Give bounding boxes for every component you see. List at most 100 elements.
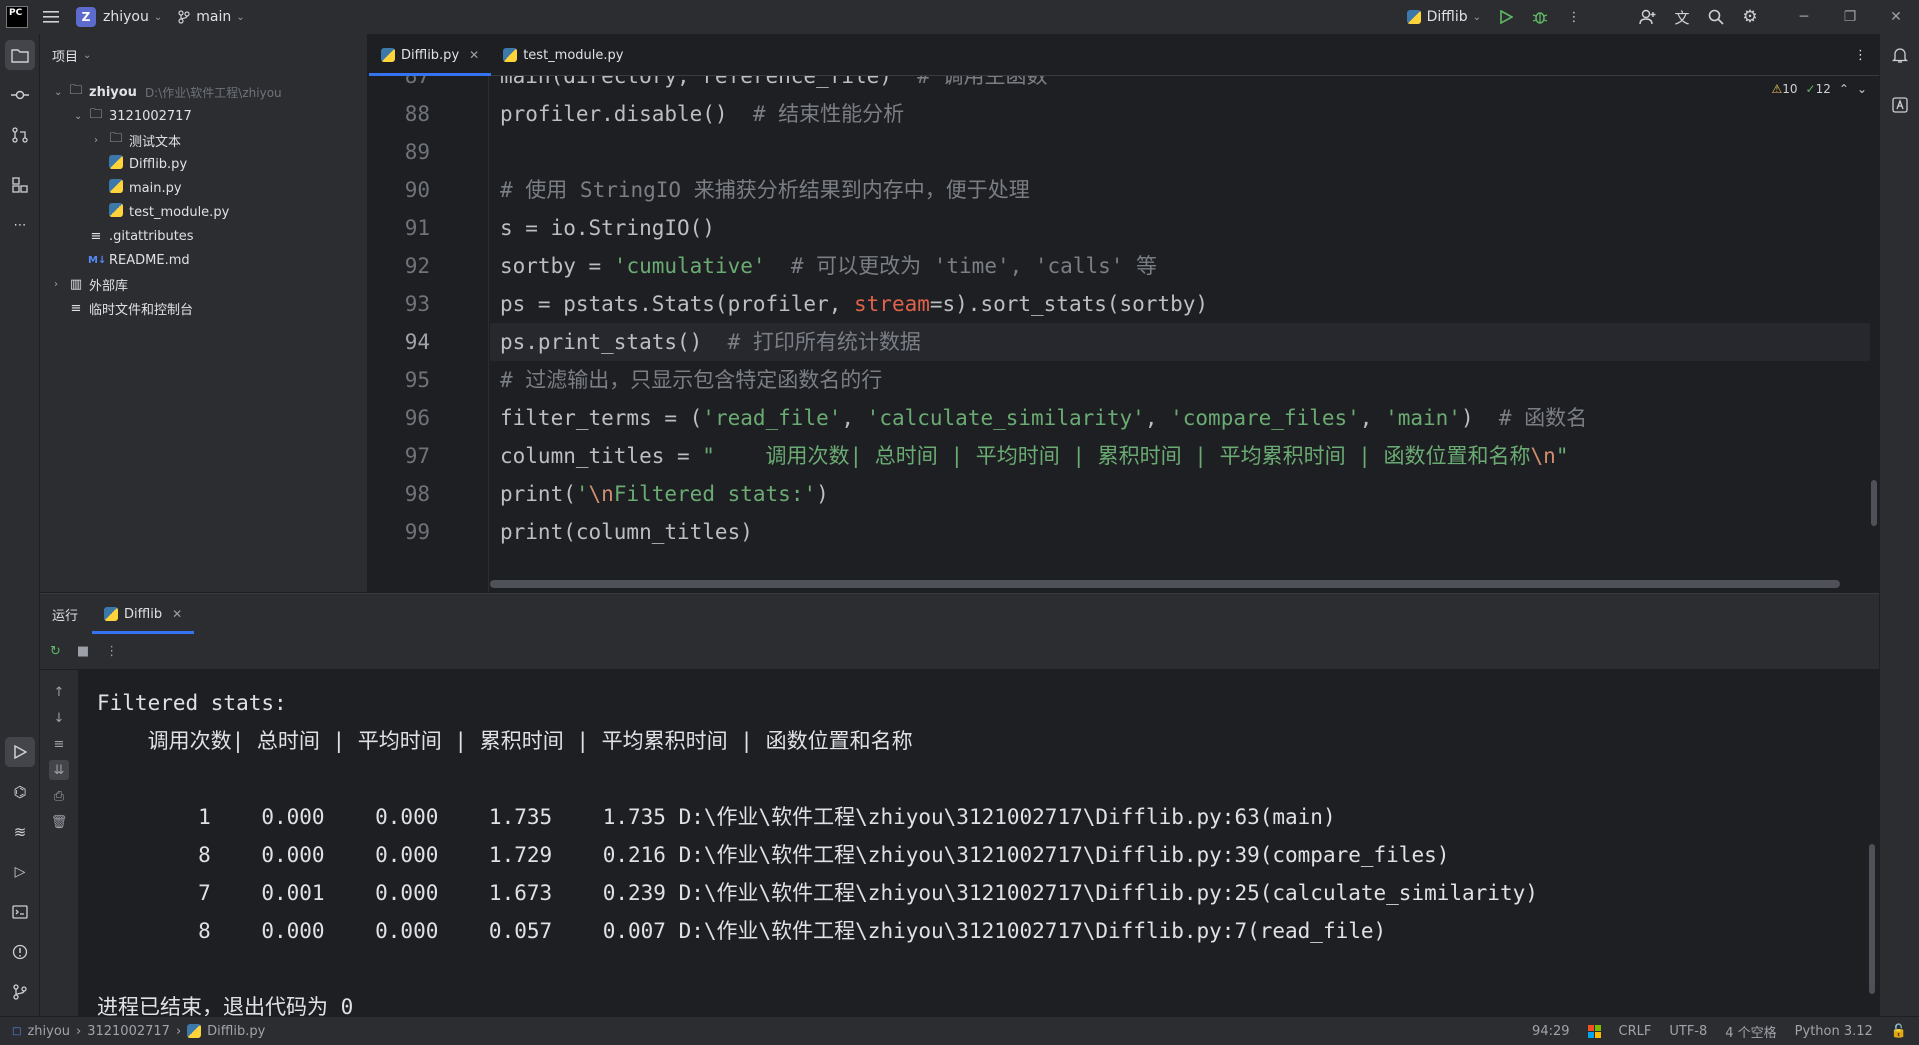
editor-tabs: Difflib.py ✕ test_module.py ⋮ <box>369 34 1879 76</box>
restore-icon: ❐ <box>1843 9 1857 25</box>
run-button[interactable] <box>1489 0 1523 34</box>
notifications-button[interactable] <box>1885 40 1915 70</box>
chevron-up-icon[interactable]: ⌃ <box>1839 82 1849 96</box>
vertical-scrollbar[interactable] <box>1871 480 1877 526</box>
structure-tool-button[interactable] <box>5 170 35 200</box>
module-icon: □ <box>12 1025 22 1037</box>
code-editor[interactable]: main(directory, reference_file) # 调用主函数 … <box>490 76 1870 592</box>
console-line: 进程已结束，退出代码为 0 <box>97 995 354 1017</box>
more-vertical-icon[interactable]: ⋮ <box>105 644 118 659</box>
project-tool-button[interactable] <box>5 40 35 70</box>
commit-tool-button[interactable] <box>5 80 35 110</box>
translate-button[interactable]: 文 <box>1665 0 1699 34</box>
breadcrumb-item[interactable]: 3121002717 <box>87 1024 170 1039</box>
lock-icon[interactable]: 🔓 <box>1891 1024 1907 1039</box>
tree-item-path: D:\作业\软件工程\zhiyou <box>144 85 282 100</box>
close-window-button[interactable]: ✕ <box>1873 0 1919 34</box>
run-config-name: Difflib <box>1426 9 1468 25</box>
close-icon[interactable]: ✕ <box>469 48 479 62</box>
main-menu-button[interactable] <box>34 0 68 34</box>
git-branch-icon <box>13 984 27 1000</box>
run-panel-header: 运行 Difflib ✕ <box>40 594 1879 634</box>
project-switcher[interactable]: Z zhiyou ⌄ <box>68 0 170 34</box>
python-file-icon <box>109 155 123 169</box>
code-line: print(column_titles) <box>500 520 753 544</box>
stop-icon[interactable]: ■ <box>77 644 89 659</box>
file-encoding[interactable]: UTF-8 <box>1669 1024 1707 1039</box>
tab-test-module[interactable]: test_module.py <box>491 34 635 76</box>
console-scrollbar[interactable] <box>1869 844 1875 994</box>
chevron-down-icon: ⌄ <box>74 110 83 122</box>
console-output[interactable]: Filtered stats: 调用次数| 总时间 | 平均时间 | 累积时间 … <box>97 684 1857 1017</box>
python-interpreter[interactable]: Python 3.12 <box>1795 1024 1873 1039</box>
tree-item-folder[interactable]: ⌄ 🗀 3121002717 <box>74 104 192 128</box>
tree-item-file[interactable]: M↓ README.md <box>88 248 190 272</box>
settings-button[interactable]: ⚙ <box>1733 0 1767 34</box>
restore-button[interactable]: ❐ <box>1827 0 1873 34</box>
ai-assistant-button[interactable] <box>1885 90 1915 120</box>
trash-icon[interactable]: 🗑 <box>49 812 69 832</box>
run-tool-button[interactable] <box>5 737 35 767</box>
tree-item-file[interactable]: main.py <box>108 176 182 200</box>
chevron-down-icon[interactable]: ⌄ <box>1857 82 1867 96</box>
arrow-down-icon[interactable]: ↓ <box>49 708 69 728</box>
tab-difflib[interactable]: Difflib.py ✕ <box>369 34 492 76</box>
close-icon: ✕ <box>1890 9 1902 25</box>
services-tool-button[interactable]: ▷ <box>5 857 35 887</box>
scroll-to-end-icon[interactable]: ⇊ <box>49 760 69 780</box>
chevron-down-icon: ⌄ <box>83 49 92 61</box>
git-tool-button[interactable] <box>5 977 35 1007</box>
caret-position[interactable]: 94:29 <box>1532 1024 1569 1039</box>
soft-wrap-icon[interactable]: ≡ <box>49 734 69 754</box>
tab-options-button[interactable]: ⋮ <box>1842 34 1879 76</box>
breadcrumb-item[interactable]: zhiyou <box>27 1024 70 1039</box>
line-number: 91 <box>404 216 430 240</box>
terminal-tool-button[interactable] <box>5 897 35 927</box>
line-separator[interactable]: CRLF <box>1619 1024 1652 1039</box>
code-line: profiler.disable() # 结束性能分析 <box>500 102 905 126</box>
check-count: ✓12 <box>1805 82 1831 96</box>
search-button[interactable] <box>1699 0 1733 34</box>
project-panel: 项目 ⌄ ⌄ 🗀 zhiyou D:\作业\软件工程\zhiyou ⌄ 🗀 31… <box>40 34 368 592</box>
folder-icon: 🗀 <box>109 131 123 146</box>
python-packages-tool-button[interactable]: ≋ <box>5 817 35 847</box>
tree-item-file[interactable]: Difflib.py <box>108 152 187 176</box>
code-with-me-button[interactable] <box>1631 0 1665 34</box>
python-console-tool-button[interactable]: ⌬ <box>5 777 35 807</box>
rerun-icon[interactable]: ↻ <box>50 644 61 659</box>
run-tab-label: Difflib <box>124 606 163 622</box>
tree-item-root[interactable]: ⌄ 🗀 zhiyou D:\作业\软件工程\zhiyou <box>54 80 282 104</box>
tree-item-folder[interactable]: › 🗀 测试文本 <box>94 128 181 152</box>
project-panel-header[interactable]: 项目 ⌄ <box>40 34 367 76</box>
run-tab-difflib[interactable]: Difflib ✕ <box>92 594 195 634</box>
problems-tool-button[interactable] <box>5 937 35 967</box>
line-number: 99 <box>404 520 430 544</box>
tree-item-file[interactable]: test_module.py <box>108 200 229 224</box>
code-line-current: ps.print_stats() # 打印所有统计数据 <box>490 323 1870 361</box>
breadcrumb-item[interactable]: Difflib.py <box>207 1024 265 1039</box>
tree-item-libraries[interactable]: › ▥ 外部库 <box>54 272 128 296</box>
more-actions-button[interactable]: ⋮ <box>1557 0 1591 34</box>
play-icon <box>14 745 27 759</box>
more-tools-button[interactable]: ⋯ <box>5 210 35 240</box>
windows-icon[interactable] <box>1587 1024 1601 1038</box>
tree-item-label: .gitattributes <box>109 228 194 244</box>
horizontal-scrollbar[interactable] <box>490 580 1840 588</box>
indent-setting[interactable]: 4 个空格 <box>1725 1022 1776 1041</box>
debug-button[interactable] <box>1523 0 1557 34</box>
inspection-widget[interactable]: ⚠10 ✓12 ⌃ ⌄ <box>1771 82 1867 96</box>
arrow-up-icon[interactable]: ↑ <box>49 682 69 702</box>
run-config-selector[interactable]: Difflib ⌄ <box>1399 0 1489 34</box>
tree-item-file[interactable]: ≡ .gitattributes <box>88 224 194 248</box>
print-icon[interactable]: ⎙ <box>49 786 69 806</box>
pull-requests-tool-button[interactable] <box>5 120 35 150</box>
tree-item-scratches[interactable]: ≡ 临时文件和控制台 <box>68 296 193 320</box>
text-file-icon: ≡ <box>90 228 102 244</box>
tree-item-label: zhiyou <box>89 84 137 100</box>
scratch-icon: ≡ <box>70 300 82 316</box>
minimize-button[interactable]: ─ <box>1781 0 1827 34</box>
pycharm-logo: PC <box>6 6 28 28</box>
branch-switcher[interactable]: main ⌄ <box>170 0 252 34</box>
project-name: zhiyou <box>103 9 149 25</box>
close-icon[interactable]: ✕ <box>172 607 182 621</box>
